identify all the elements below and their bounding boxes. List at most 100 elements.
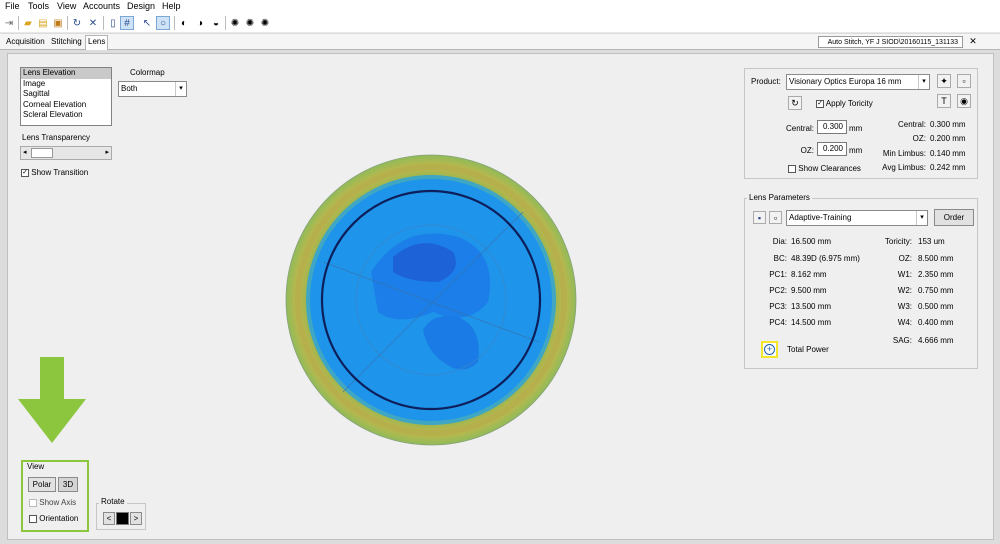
stat-label: Central: (897, 120, 926, 129)
param-value: 2.350 mm (918, 270, 954, 279)
sun-medium-icon[interactable]: ✺ (243, 16, 257, 30)
menu-help[interactable]: Help (162, 1, 181, 11)
rotate-icon[interactable]: ↻ (70, 16, 84, 30)
document-tab[interactable]: Auto Stitch, YF J SIOD\20160115_131133 (818, 36, 963, 48)
menu-design[interactable]: Design (127, 1, 155, 11)
scroll-left-icon[interactable]: ◂ (23, 148, 27, 156)
param-value: 8.162 mm (791, 270, 827, 279)
apply-toricity-checkbox[interactable]: ✓ (816, 99, 824, 108)
oz-input[interactable]: 0.200 (817, 142, 847, 156)
eye-left-icon[interactable]: ◐ (177, 16, 191, 30)
tab-acquisition[interactable]: Acquisition (4, 36, 47, 47)
star-icon[interactable]: ✦ (937, 74, 951, 88)
toolbar-separator (18, 16, 19, 30)
slider-thumb[interactable] (31, 148, 53, 158)
show-axis-row[interactable]: Show Axis (29, 498, 76, 507)
pointer-icon[interactable]: ↖ (140, 16, 154, 30)
arrow-down-icon (18, 357, 86, 443)
plus-icon: + (764, 344, 775, 355)
param-value: 4.666 mm (918, 336, 954, 345)
total-power-label: Total Power (787, 345, 829, 354)
folders-icon[interactable]: ▤ (36, 16, 50, 30)
list-item[interactable]: Lens Elevation (21, 68, 111, 79)
document-icon[interactable]: ▫ (769, 211, 782, 224)
total-power-button[interactable]: + (761, 341, 778, 358)
text-icon[interactable]: T (937, 94, 951, 108)
orientation-row[interactable]: Orientation (29, 514, 78, 523)
show-axis-checkbox[interactable] (29, 498, 37, 507)
show-transition-label: Show Transition (31, 168, 89, 177)
rotate-title: Rotate (99, 497, 127, 506)
colormap-value: Both (121, 84, 138, 93)
rotate-left-button[interactable]: < (103, 512, 115, 525)
param-label: SAG: (892, 336, 912, 345)
stat-label: Min Limbus: (882, 149, 926, 158)
rotate-indicator (116, 512, 129, 525)
param-label: W1: (897, 270, 912, 279)
list-item[interactable]: Corneal Elevation (21, 100, 111, 111)
central-label: Central: (785, 124, 814, 133)
transparency-label: Lens Transparency (22, 133, 91, 142)
bookmark-icon[interactable]: ▣ (51, 16, 65, 30)
stat-value: 0.140 mm (930, 149, 966, 158)
rotate-right-button[interactable]: > (130, 512, 142, 525)
apply-toricity-row[interactable]: ✓ Apply Toricity (816, 99, 873, 108)
show-transition-checkbox[interactable]: ✓ (21, 168, 29, 177)
toolbar-separator (67, 16, 68, 30)
circle-select-icon[interactable]: ○ (156, 16, 170, 30)
colormap-label: Colormap (130, 68, 165, 77)
eye-both-icon[interactable]: ◒ (209, 16, 223, 30)
show-clearances-checkbox[interactable] (788, 164, 796, 173)
new-icon[interactable]: ▫ (957, 74, 971, 88)
toolbar-separator (174, 16, 175, 30)
list-item[interactable]: Image (21, 79, 111, 90)
order-button[interactable]: Order (934, 209, 974, 226)
show-clearances-row[interactable]: Show Clearances (788, 164, 861, 173)
close-icon[interactable]: ✕ (966, 36, 980, 48)
list-item[interactable]: Sagittal (21, 89, 111, 100)
product-select[interactable]: Visionary Optics Europa 16 mm ▾ (786, 74, 930, 90)
param-value: 153 um (918, 237, 945, 246)
display-list[interactable]: Lens Elevation Image Sagittal Corneal El… (20, 67, 112, 126)
param-value: 14.500 mm (791, 318, 832, 327)
menu-view[interactable]: View (57, 1, 76, 11)
import-icon[interactable]: ⇥ (2, 16, 16, 30)
param-label: OZ: (898, 254, 912, 263)
colormap-select[interactable]: Both ▾ (118, 81, 187, 97)
menu-file[interactable]: File (5, 1, 20, 11)
sun-large-icon[interactable]: ✺ (258, 16, 272, 30)
oz-label: OZ: (800, 146, 814, 155)
transparency-slider[interactable]: ◂ ▸ (20, 146, 112, 160)
grid-icon[interactable]: # (120, 16, 134, 30)
page-icon[interactable]: ▯ (106, 16, 120, 30)
list-item[interactable]: Scleral Elevation (21, 110, 111, 121)
lens-map[interactable] (283, 152, 579, 448)
menu-accounts[interactable]: Accounts (83, 1, 120, 11)
param-value: 13.500 mm (791, 302, 832, 311)
design-select[interactable]: Adaptive-Training ▾ (786, 210, 928, 226)
orientation-checkbox[interactable] (29, 514, 37, 523)
refresh-icon[interactable]: ↻ (788, 96, 802, 110)
central-input[interactable]: 0.300 (817, 120, 847, 134)
show-axis-label: Show Axis (39, 498, 77, 507)
lens-parameters-title: Lens Parameters (747, 193, 812, 202)
show-clearances-label: Show Clearances (798, 164, 861, 173)
tab-stitching[interactable]: Stitching (49, 36, 84, 47)
crop-icon[interactable]: ✕ (86, 16, 100, 30)
tab-lens[interactable]: Lens (85, 35, 109, 50)
3d-button[interactable]: 3D (58, 477, 78, 492)
scroll-right-icon[interactable]: ▸ (105, 148, 109, 156)
chevron-down-icon: ▾ (918, 75, 929, 89)
polar-button[interactable]: Polar (28, 477, 56, 492)
stat-value: 0.242 mm (930, 163, 966, 172)
save-icon[interactable]: ▪ (753, 211, 766, 224)
param-label: W2: (897, 286, 912, 295)
param-label: PC4: (769, 318, 787, 327)
eye-right-icon[interactable]: ◑ (193, 16, 207, 30)
sun-small-icon[interactable]: ✺ (228, 16, 242, 30)
product-value: Visionary Optics Europa 16 mm (789, 77, 902, 86)
eye-icon[interactable]: ◉ (957, 94, 971, 108)
menu-tools[interactable]: Tools (28, 1, 49, 11)
open-folder-icon[interactable]: ▰ (21, 16, 35, 30)
show-transition-row[interactable]: ✓ Show Transition (21, 168, 88, 177)
